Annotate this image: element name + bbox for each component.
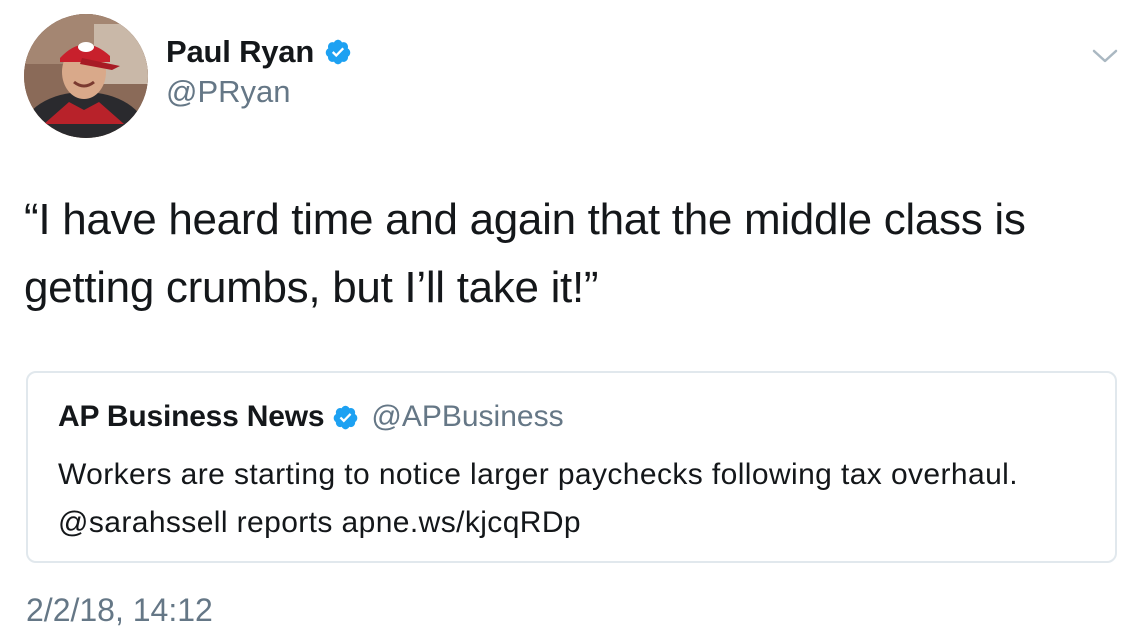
author-identity: Paul Ryan @PRyan: [166, 32, 352, 110]
author-name-row: Paul Ryan: [166, 32, 352, 72]
quoted-author-name: AP Business News: [58, 400, 325, 433]
tweet-text: “I have heard time and again that the mi…: [24, 195, 1026, 312]
quoted-author-handle: @APBusiness: [371, 400, 564, 433]
verified-badge-icon: [332, 404, 359, 431]
author-display-name[interactable]: Paul Ryan: [166, 34, 314, 70]
quoted-tweet-header: AP Business News @APBusiness: [58, 395, 564, 439]
verified-badge-icon: [324, 38, 352, 66]
author-handle[interactable]: @PRyan: [166, 74, 352, 110]
quoted-tweet-card[interactable]: AP Business News @APBusiness Workers are…: [26, 371, 1117, 563]
avatar[interactable]: [24, 14, 148, 138]
quoted-tweet-text: Workers are starting to notice larger pa…: [58, 458, 1018, 539]
chevron-down-icon[interactable]: [1090, 44, 1120, 68]
tweet-timestamp[interactable]: 2/2/18, 14:12: [26, 592, 213, 629]
tweet-header: Paul Ryan @PRyan: [24, 14, 1124, 138]
profile-photo-icon: [24, 14, 148, 138]
